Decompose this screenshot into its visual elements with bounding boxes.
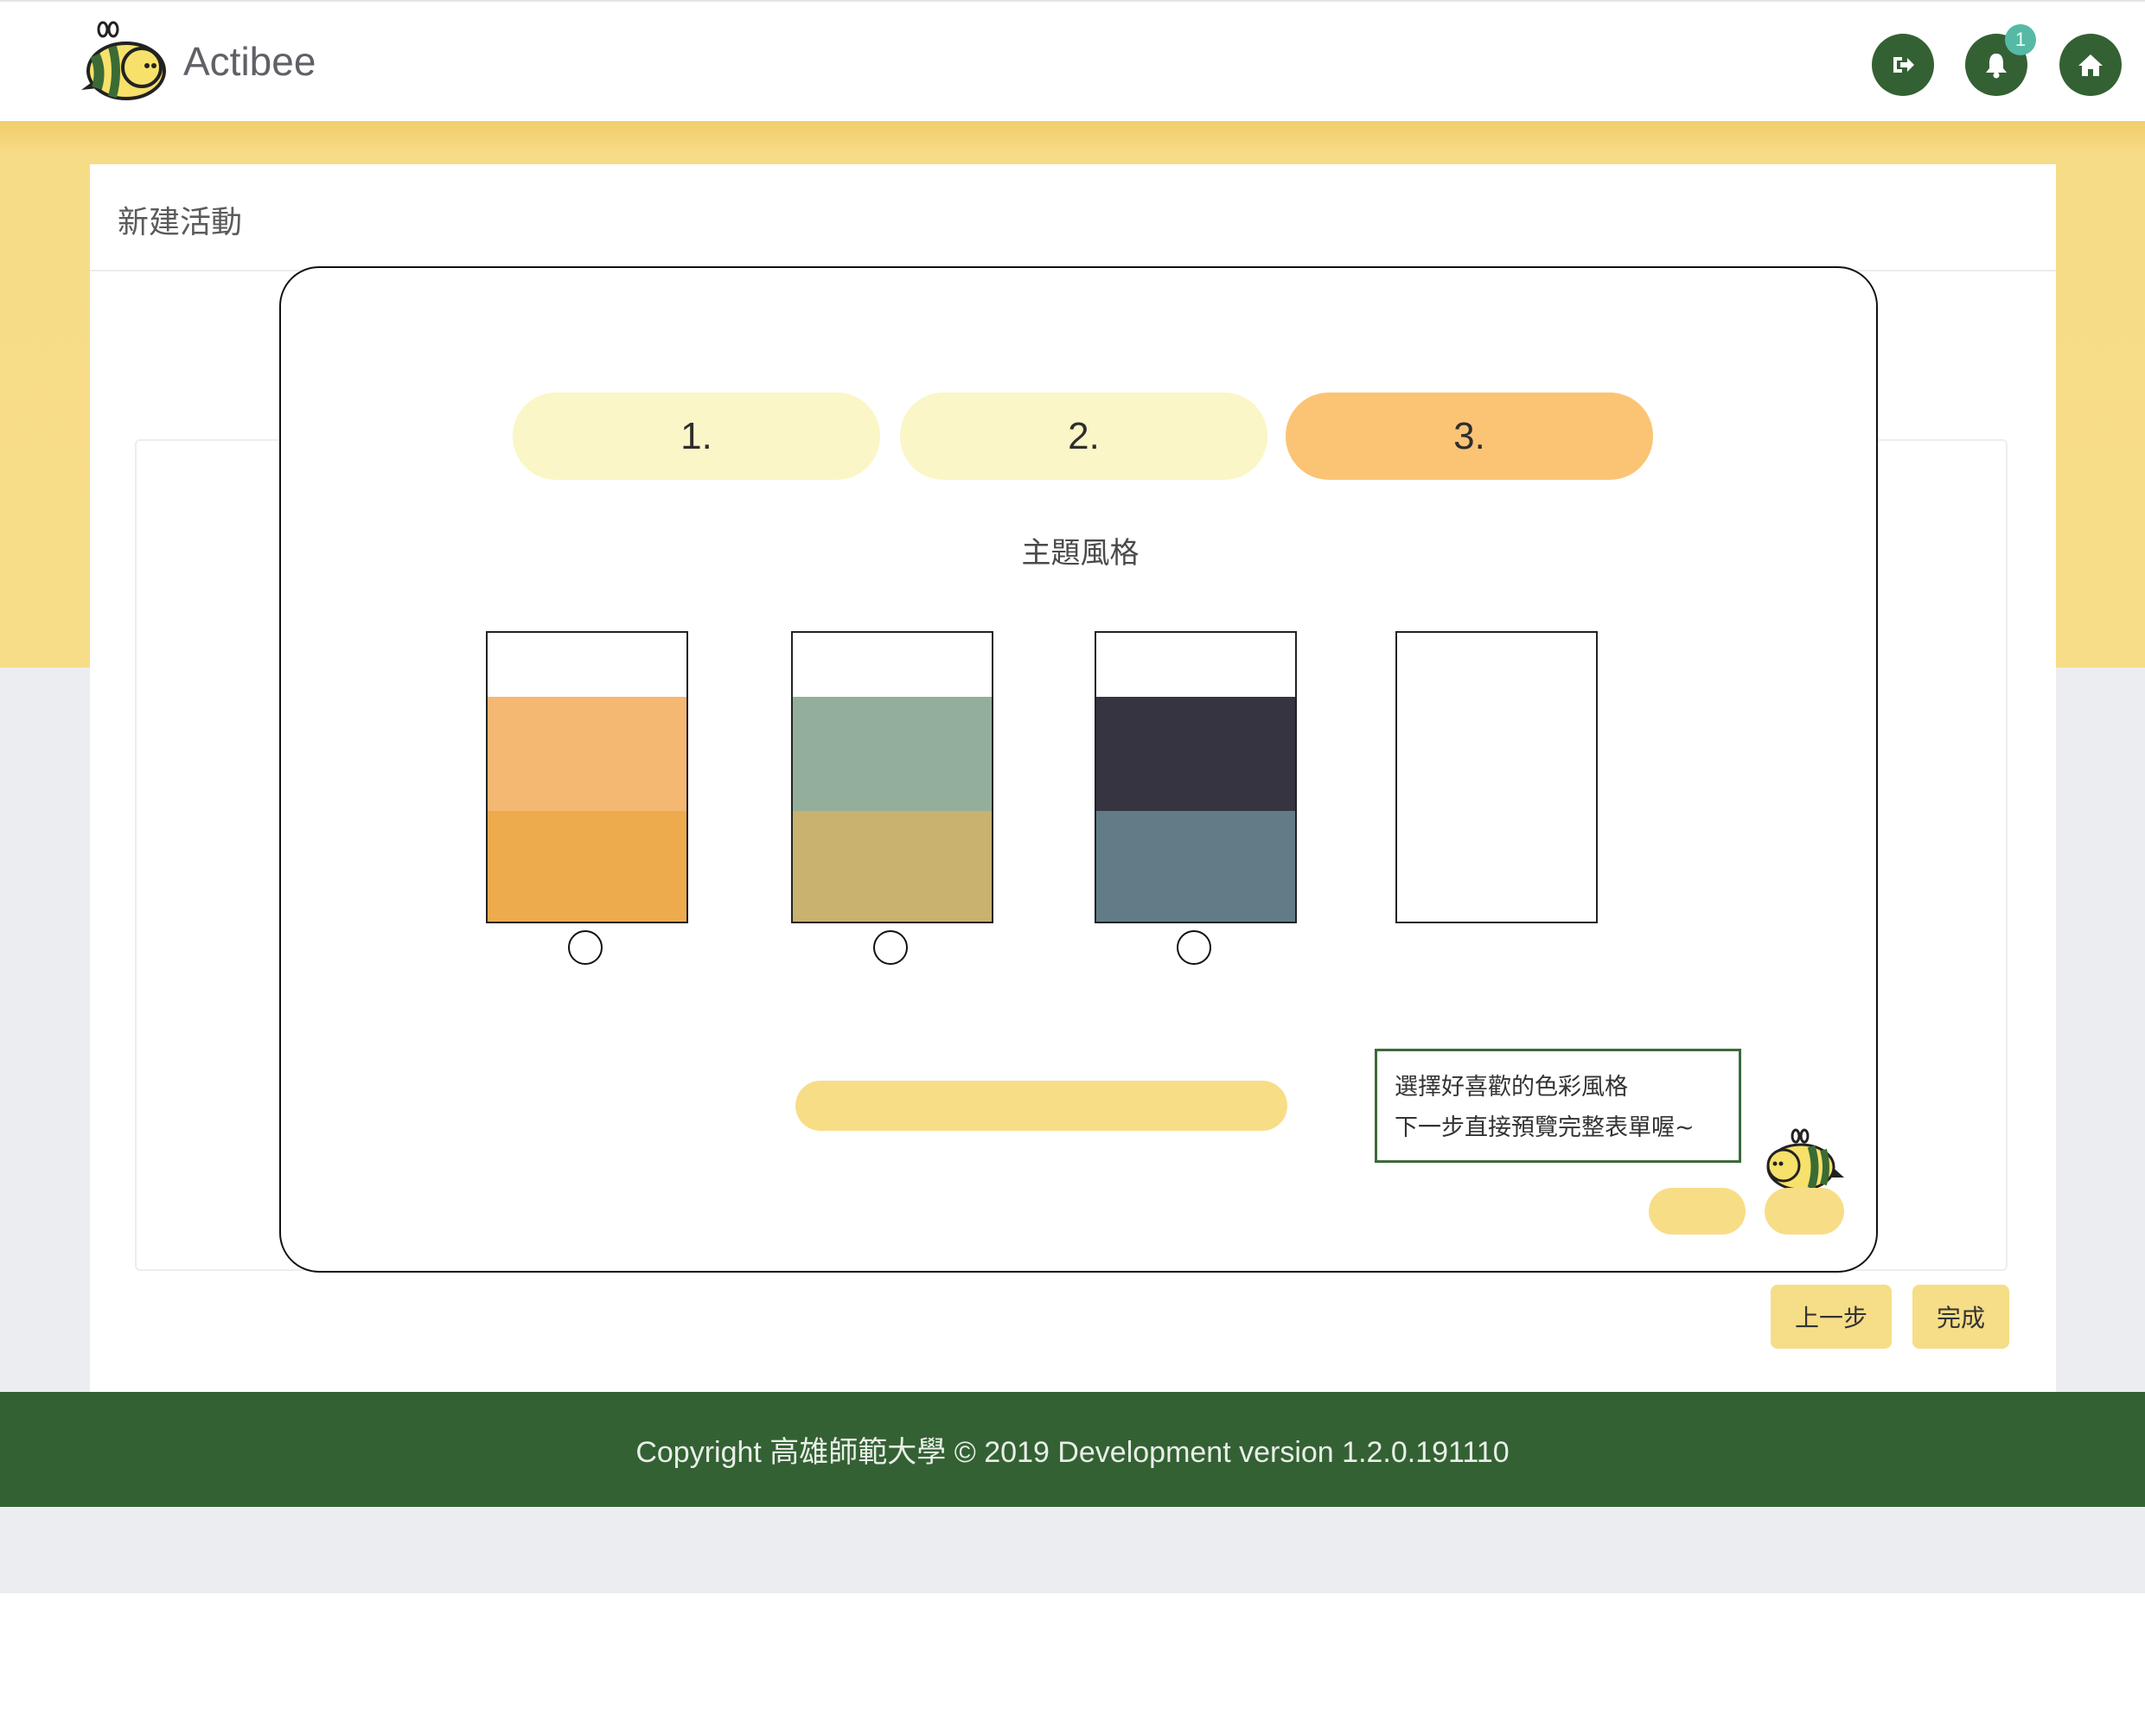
theme-radio-2[interactable]: [873, 930, 908, 965]
swatch-bottom: [793, 811, 992, 922]
theme-option-sage[interactable]: [791, 631, 993, 923]
theme-option-orange[interactable]: [486, 631, 688, 923]
section-title: 主題風格: [1021, 536, 1140, 571]
home-button[interactable]: [2059, 34, 2122, 96]
swatch-top: [793, 633, 992, 697]
modal-back-button[interactable]: [1649, 1188, 1746, 1235]
theme-option-blank[interactable]: [1395, 631, 1598, 923]
home-icon: [2078, 54, 2103, 76]
progress-bar: [795, 1081, 1287, 1131]
step-2-tab[interactable]: 2.: [900, 393, 1267, 480]
notification-badge: 1: [2005, 24, 2036, 55]
top-navbar: Actibee 1: [0, 0, 2145, 121]
swatch-top: [1096, 633, 1295, 697]
card-header: 新建活動: [90, 164, 2056, 271]
swatch-top: [488, 633, 686, 697]
swatch-bottom: [488, 811, 686, 922]
hint-line-1: 選擇好喜歡的色彩風格: [1395, 1074, 1628, 1101]
actibee-logo[interactable]: [73, 21, 176, 104]
swatch-middle: [793, 697, 992, 811]
step-3-tab[interactable]: 3.: [1286, 393, 1653, 480]
hint-tooltip: 選擇好喜歡的色彩風格 下一步直接預覽完整表單喔~: [1375, 1049, 1741, 1163]
swatch-middle: [1397, 697, 1596, 811]
page-title: 新建活動: [118, 205, 243, 240]
copyright-text: Copyright 高雄師範大學 © 2019 Development vers…: [635, 1436, 1510, 1469]
previous-step-button[interactable]: 上一步: [1771, 1285, 1892, 1349]
theme-radio-1[interactable]: [568, 930, 603, 965]
finish-button[interactable]: 完成: [1912, 1285, 2009, 1349]
modal-next-button[interactable]: [1765, 1188, 1844, 1235]
brand-name[interactable]: Actibee: [183, 38, 316, 85]
page: Actibee 1 新建活動 上一步 完成 Copyright 高雄師範大學 ©…: [0, 0, 2145, 1736]
hint-line-2: 下一步直接預覽完整表單喔~: [1395, 1114, 1695, 1141]
logout-button[interactable]: [1872, 34, 1934, 96]
step-1-tab[interactable]: 1.: [513, 393, 880, 480]
theme-radio-3[interactable]: [1177, 930, 1211, 965]
bell-icon: [1986, 54, 2007, 79]
site-footer: Copyright 高雄師範大學 © 2019 Development vers…: [0, 1392, 2145, 1507]
swatch-middle: [488, 697, 686, 811]
bee-mascot-icon: [1766, 1128, 1844, 1191]
swatch-top: [1397, 633, 1596, 697]
theme-option-dark[interactable]: [1095, 631, 1297, 923]
swatch-bottom: [1397, 811, 1596, 922]
swatch-bottom: [1096, 811, 1295, 922]
theme-style-modal: 1. 2. 3. 主題風格 選擇好喜歡的色彩風格 下一步直接預覽完整表單喔~: [279, 266, 1878, 1273]
logout-icon: [1893, 57, 1914, 73]
swatch-middle: [1096, 697, 1295, 811]
